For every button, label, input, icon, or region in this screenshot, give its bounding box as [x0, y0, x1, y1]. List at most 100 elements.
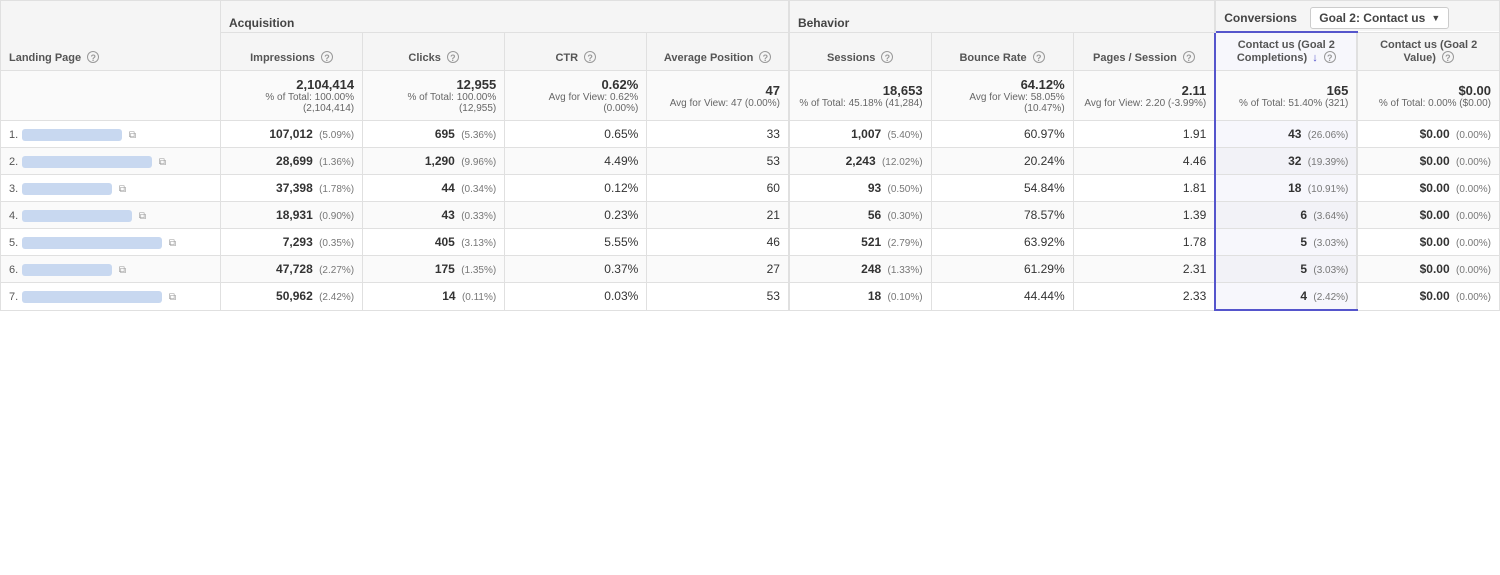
- totals-sessions: 18,653 % of Total: 45.18% (41,284): [789, 71, 931, 121]
- row-avg-position-2: 53: [647, 148, 789, 175]
- row-contact-completions-5: 5 (3.03%): [1215, 229, 1357, 256]
- row-clicks-3: 44 (0.34%): [363, 175, 505, 202]
- blurred-url-1: [22, 129, 122, 141]
- avg-position-header: Average Position ?: [647, 32, 789, 71]
- bounce-rate-help-icon[interactable]: ?: [1033, 51, 1045, 63]
- blurred-url-6: [22, 264, 112, 276]
- sessions-help-icon[interactable]: ?: [881, 51, 893, 63]
- row-pages-session-5: 1.78: [1073, 229, 1215, 256]
- row-sessions-1: 1,007 (5.40%): [789, 121, 931, 148]
- conversions-group-header: Conversions Goal 2: Contact us ▼: [1215, 1, 1499, 33]
- copy-icon-5[interactable]: ⧉: [169, 238, 176, 249]
- row-landing-page-2: 2. ⧉: [1, 148, 221, 175]
- row-bounce-rate-4: 78.57%: [931, 202, 1073, 229]
- avg-position-help-icon[interactable]: ?: [759, 51, 771, 63]
- impressions-help-icon[interactable]: ?: [321, 51, 333, 63]
- contact-value-header: Contact us (Goal 2 Value) ?: [1357, 32, 1499, 71]
- totals-avg-position: 47 Avg for View: 47 (0.00%): [647, 71, 789, 121]
- row-contact-completions-4: 6 (3.64%): [1215, 202, 1357, 229]
- row-contact-value-3: $0.00 (0.00%): [1357, 175, 1499, 202]
- impressions-header: Impressions ?: [221, 32, 363, 71]
- totals-ctr: 0.62% Avg for View: 0.62% (0.00%): [505, 71, 647, 121]
- row-pages-session-2: 4.46: [1073, 148, 1215, 175]
- table-row: 7. ⧉ 50,962 (2.42%) 14 (0.11%) 0.03% 53 …: [1, 283, 1500, 311]
- row-clicks-5: 405 (3.13%): [363, 229, 505, 256]
- row-pages-session-6: 2.31: [1073, 256, 1215, 283]
- blurred-url-7: [22, 291, 162, 303]
- blurred-url-4: [22, 210, 132, 222]
- row-clicks-2: 1,290 (9.96%): [363, 148, 505, 175]
- row-clicks-6: 175 (1.35%): [363, 256, 505, 283]
- row-ctr-4: 0.23%: [505, 202, 647, 229]
- contact-completions-help-icon[interactable]: ?: [1324, 51, 1336, 63]
- row-impressions-4: 18,931 (0.90%): [221, 202, 363, 229]
- sort-arrow-icon: ↓: [1312, 52, 1318, 64]
- totals-contact-completions: 165 % of Total: 51.40% (321): [1215, 71, 1357, 121]
- row-sessions-6: 248 (1.33%): [789, 256, 931, 283]
- row-avg-position-3: 60: [647, 175, 789, 202]
- copy-icon-2[interactable]: ⧉: [159, 157, 166, 168]
- copy-icon-6[interactable]: ⧉: [119, 265, 126, 276]
- row-contact-completions-6: 5 (3.03%): [1215, 256, 1357, 283]
- row-sessions-2: 2,243 (12.02%): [789, 148, 931, 175]
- landing-page-header: Landing Page ?: [1, 1, 221, 71]
- copy-icon-1[interactable]: ⧉: [129, 130, 136, 141]
- row-ctr-5: 5.55%: [505, 229, 647, 256]
- arrow-annotation: [1239, 0, 1399, 3]
- analytics-table-wrapper: Landing Page ? Acquisition Behavior: [0, 0, 1500, 311]
- table-row: 2. ⧉ 28,699 (1.36%) 1,290 (9.96%) 4.49% …: [1, 148, 1500, 175]
- ctr-header: CTR ?: [505, 32, 647, 71]
- copy-icon-3[interactable]: ⧉: [119, 184, 126, 195]
- row-contact-value-6: $0.00 (0.00%): [1357, 256, 1499, 283]
- row-landing-page-3: 3. ⧉: [1, 175, 221, 202]
- goal-dropdown[interactable]: Goal 2: Contact us ▼: [1310, 7, 1449, 29]
- totals-impressions: 2,104,414 % of Total: 100.00% (2,104,414…: [221, 71, 363, 121]
- row-sessions-3: 93 (0.50%): [789, 175, 931, 202]
- row-landing-page-5: 5. ⧉: [1, 229, 221, 256]
- row-impressions-3: 37,398 (1.78%): [221, 175, 363, 202]
- copy-icon-4[interactable]: ⧉: [139, 211, 146, 222]
- row-pages-session-3: 1.81: [1073, 175, 1215, 202]
- row-impressions-5: 7,293 (0.35%): [221, 229, 363, 256]
- row-contact-value-2: $0.00 (0.00%): [1357, 148, 1499, 175]
- row-avg-position-1: 33: [647, 121, 789, 148]
- behavior-group-header: Behavior: [789, 1, 1215, 33]
- ctr-help-icon[interactable]: ?: [584, 51, 596, 63]
- blurred-url-2: [22, 156, 152, 168]
- row-ctr-7: 0.03%: [505, 283, 647, 311]
- row-contact-value-5: $0.00 (0.00%): [1357, 229, 1499, 256]
- chevron-down-icon: ▼: [1431, 13, 1440, 23]
- pages-session-header: Pages / Session ?: [1073, 32, 1215, 71]
- row-impressions-1: 107,012 (5.09%): [221, 121, 363, 148]
- contact-value-help-icon[interactable]: ?: [1442, 51, 1454, 63]
- table-row: 4. ⧉ 18,931 (0.90%) 43 (0.33%) 0.23% 21 …: [1, 202, 1500, 229]
- clicks-help-icon[interactable]: ?: [447, 51, 459, 63]
- row-bounce-rate-3: 54.84%: [931, 175, 1073, 202]
- row-bounce-rate-6: 61.29%: [931, 256, 1073, 283]
- bounce-rate-header: Bounce Rate ?: [931, 32, 1073, 71]
- row-pages-session-7: 2.33: [1073, 283, 1215, 311]
- totals-pages-session: 2.11 Avg for View: 2.20 (-3.99%): [1073, 71, 1215, 121]
- totals-row: 2,104,414 % of Total: 100.00% (2,104,414…: [1, 71, 1500, 121]
- copy-icon-7[interactable]: ⧉: [169, 292, 176, 303]
- row-clicks-7: 14 (0.11%): [363, 283, 505, 311]
- row-avg-position-4: 21: [647, 202, 789, 229]
- row-avg-position-6: 27: [647, 256, 789, 283]
- row-contact-completions-2: 32 (19.39%): [1215, 148, 1357, 175]
- row-impressions-7: 50,962 (2.42%): [221, 283, 363, 311]
- row-ctr-2: 4.49%: [505, 148, 647, 175]
- row-bounce-rate-7: 44.44%: [931, 283, 1073, 311]
- totals-label-cell: [1, 71, 221, 121]
- row-contact-completions-7: 4 (2.42%): [1215, 283, 1357, 311]
- totals-bounce-rate: 64.12% Avg for View: 58.05% (10.47%): [931, 71, 1073, 121]
- landing-page-help-icon[interactable]: ?: [87, 51, 99, 63]
- row-ctr-1: 0.65%: [505, 121, 647, 148]
- row-avg-position-5: 46: [647, 229, 789, 256]
- row-bounce-rate-5: 63.92%: [931, 229, 1073, 256]
- analytics-table: Landing Page ? Acquisition Behavior: [0, 0, 1500, 311]
- table-row: 6. ⧉ 47,728 (2.27%) 175 (1.35%) 0.37% 27…: [1, 256, 1500, 283]
- pages-session-help-icon[interactable]: ?: [1183, 51, 1195, 63]
- row-landing-page-7: 7. ⧉: [1, 283, 221, 311]
- totals-contact-value: $0.00 % of Total: 0.00% ($0.00): [1357, 71, 1499, 121]
- row-contact-value-1: $0.00 (0.00%): [1357, 121, 1499, 148]
